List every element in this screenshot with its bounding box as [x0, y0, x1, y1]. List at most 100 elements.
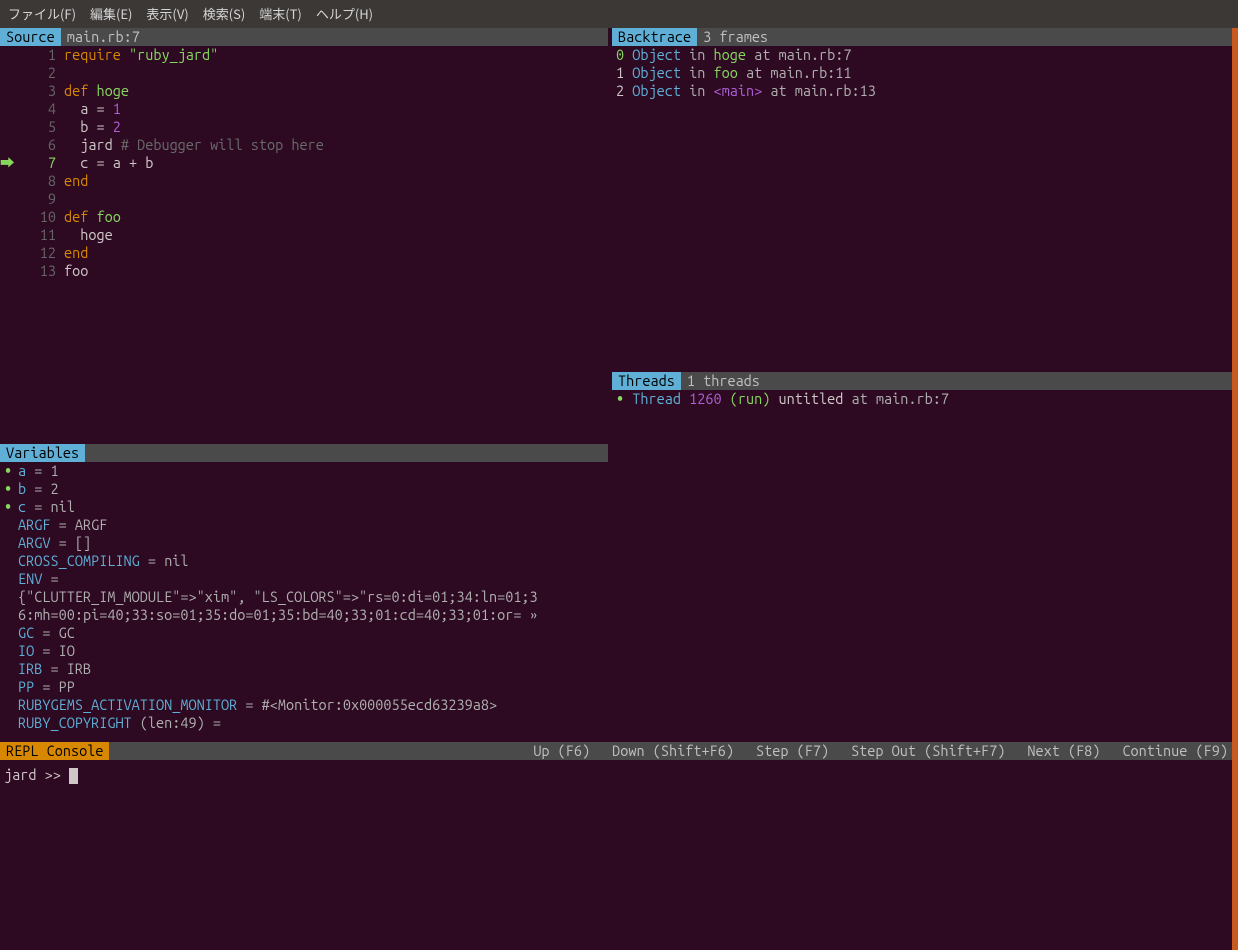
current-line-marker: [0, 172, 14, 190]
current-line-marker: ⮕: [0, 154, 14, 172]
current-line-marker: [0, 46, 14, 64]
menu-item[interactable]: 端末(T): [259, 5, 302, 23]
repl-console[interactable]: jard >>: [0, 760, 1238, 790]
line-number: 10: [14, 208, 64, 226]
backtrace-frame[interactable]: 1 Object in foo at main.rb:11: [612, 64, 1238, 82]
code: foo: [64, 262, 608, 280]
backtrace-frame[interactable]: 0 Object in hoge at main.rb:7: [612, 46, 1238, 64]
source-line: 1require "ruby_jard": [0, 46, 608, 64]
current-line-marker: [0, 64, 14, 82]
current-line-marker: [0, 190, 14, 208]
bullet-icon: •: [4, 570, 18, 588]
menu-item[interactable]: 検索(S): [203, 5, 246, 23]
variable-row: •6:mh=00:pi=40;33:so=01;35:do=01;35:bd=4…: [0, 606, 608, 624]
line-number: 9: [14, 190, 64, 208]
variable-row: •ENV =: [0, 570, 608, 588]
source-line: 5 b = 2: [0, 118, 608, 136]
source-panel: Source main.rb:7 1require "ruby_jard"23d…: [0, 28, 608, 444]
threads-sub: 1 threads: [681, 372, 766, 390]
code: end: [64, 244, 608, 262]
current-line-marker: [0, 100, 14, 118]
bullet-icon: •: [4, 696, 18, 714]
main-area: Source main.rb:7 1require "ruby_jard"23d…: [0, 28, 1238, 742]
line-number: 8: [14, 172, 64, 190]
shortcut-hint[interactable]: Down (Shift+F6): [612, 742, 734, 760]
line-number: 4: [14, 100, 64, 118]
code: [64, 190, 608, 208]
repl-prompt: jard >>: [4, 766, 69, 783]
right-column: Backtrace 3 frames 0 Object in hoge at m…: [608, 28, 1238, 742]
shortcut-hint[interactable]: Step Out (Shift+F7): [851, 742, 1005, 760]
source-location: main.rb:7: [61, 28, 146, 46]
code: require "ruby_jard": [64, 46, 608, 64]
line-number: 3: [14, 82, 64, 100]
shortcut-hint[interactable]: Continue (F9): [1122, 742, 1228, 760]
cursor: [69, 768, 78, 784]
bullet-icon: •: [4, 714, 18, 732]
menu-item[interactable]: ヘルプ(H): [316, 5, 373, 23]
current-line-marker: [0, 226, 14, 244]
code: jard # Debugger will stop here: [64, 136, 608, 154]
backtrace-header: Backtrace 3 frames: [612, 28, 1238, 46]
current-line-marker: [0, 208, 14, 226]
shortcut-hint[interactable]: Next (F8): [1027, 742, 1100, 760]
shortcut-hint[interactable]: Up (F6): [533, 742, 590, 760]
line-number: 12: [14, 244, 64, 262]
source-body[interactable]: 1require "ruby_jard"23def hoge4 a = 15 b…: [0, 46, 608, 280]
variables-header: Variables: [0, 444, 608, 462]
source-line: 4 a = 1: [0, 100, 608, 118]
line-number: 2: [14, 64, 64, 82]
bullet-icon: •: [4, 606, 18, 624]
backtrace-body[interactable]: 0 Object in hoge at main.rb:71 Object in…: [612, 46, 1238, 100]
bullet-icon: •: [4, 678, 18, 696]
bullet-icon: •: [4, 660, 18, 678]
source-line: 10def foo: [0, 208, 608, 226]
line-number: 6: [14, 136, 64, 154]
menu-item[interactable]: ファイル(F): [8, 5, 76, 23]
variable-row: •ARGF = ARGF: [0, 516, 608, 534]
backtrace-frame[interactable]: 2 Object in <main> at main.rb:13: [612, 82, 1238, 100]
current-line-marker: [0, 244, 14, 262]
code: end: [64, 172, 608, 190]
variable-row: •GC = GC: [0, 624, 608, 642]
shortcut-hint[interactable]: Step (F7): [756, 742, 829, 760]
variable-row: •CROSS_COMPILING = nil: [0, 552, 608, 570]
code: hoge: [64, 226, 608, 244]
bullet-icon: •: [4, 462, 18, 480]
line-number: 1: [14, 46, 64, 64]
variables-title: Variables: [0, 444, 85, 462]
variables-panel: Variables •a = 1•b = 2•c = nil•ARGF = AR…: [0, 444, 608, 742]
source-line: 13foo: [0, 262, 608, 280]
bullet-icon: •: [4, 642, 18, 660]
variable-row: •IO = IO: [0, 642, 608, 660]
scrollbar[interactable]: [1232, 28, 1238, 950]
bullet-icon: •: [4, 534, 18, 552]
shortcuts: Up (F6) Down (Shift+F6) Step (F7) Step Out …: [533, 742, 1228, 760]
left-column: Source main.rb:7 1require "ruby_jard"23d…: [0, 28, 608, 742]
backtrace-panel: Backtrace 3 frames 0 Object in hoge at m…: [612, 28, 1238, 372]
source-line: 3def hoge: [0, 82, 608, 100]
threads-body[interactable]: • Thread 1260 (run) untitled at main.rb:…: [612, 390, 1238, 408]
bullet-icon: •: [4, 552, 18, 570]
code: def hoge: [64, 82, 608, 100]
thread-row[interactable]: • Thread 1260 (run) untitled at main.rb:…: [612, 390, 1238, 408]
line-number: 7: [14, 154, 64, 172]
code: def foo: [64, 208, 608, 226]
line-number: 5: [14, 118, 64, 136]
source-line: 11 hoge: [0, 226, 608, 244]
menu-item[interactable]: 編集(E): [90, 5, 132, 23]
line-number: 13: [14, 262, 64, 280]
source-line: 9: [0, 190, 608, 208]
variable-row: •{"CLUTTER_IM_MODULE"=>"xim", "LS_COLORS…: [0, 588, 608, 606]
threads-title: Threads: [612, 372, 681, 390]
current-line-marker: [0, 82, 14, 100]
variable-row: •b = 2: [0, 480, 608, 498]
variable-row: •a = 1: [0, 462, 608, 480]
code: c = a + b: [64, 154, 608, 172]
menu-item[interactable]: 表示(V): [146, 5, 188, 23]
variables-body[interactable]: •a = 1•b = 2•c = nil•ARGF = ARGF•ARGV = …: [0, 462, 608, 732]
current-line-marker: [0, 262, 14, 280]
variable-row: •ARGV = []: [0, 534, 608, 552]
variable-row: •IRB = IRB: [0, 660, 608, 678]
repl-bar: REPL ConsoleUp (F6)Down (Shift+F6)Step (…: [0, 742, 1238, 760]
